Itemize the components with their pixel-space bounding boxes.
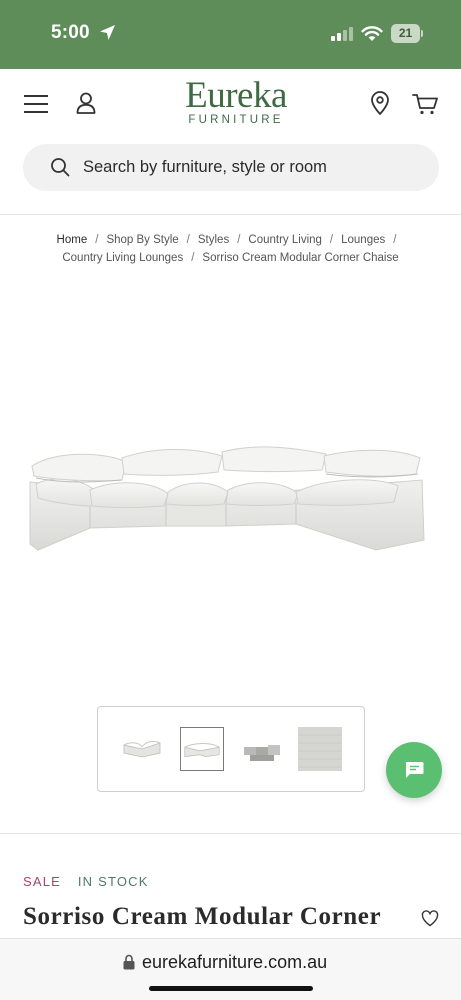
breadcrumb-separator: / xyxy=(186,234,190,246)
account-icon[interactable] xyxy=(76,92,96,114)
brand-logo[interactable]: Eureka FURNITURE xyxy=(168,75,304,126)
location-icon[interactable] xyxy=(370,91,390,115)
breadcrumb-separator: / xyxy=(191,252,195,264)
heart-icon[interactable] xyxy=(421,910,439,927)
home-indicator xyxy=(149,986,313,991)
battery-icon: 21 xyxy=(391,24,423,43)
breadcrumb-lounges[interactable]: Lounges xyxy=(341,234,385,246)
breadcrumb-country-living-lounges[interactable]: Country Living Lounges xyxy=(62,252,183,264)
lock-icon xyxy=(123,954,135,970)
product-image-sofa[interactable] xyxy=(26,440,426,560)
logo-wordmark: Eureka xyxy=(185,75,287,116)
chat-button[interactable] xyxy=(386,742,442,798)
breadcrumb-separator: / xyxy=(95,234,99,246)
thumbnail-3[interactable] xyxy=(240,727,284,771)
menu-icon[interactable] xyxy=(24,94,48,114)
breadcrumb-separator: / xyxy=(393,234,397,246)
search-input[interactable] xyxy=(83,144,423,191)
stock-badge: IN STOCK xyxy=(77,874,149,889)
search-icon xyxy=(51,158,70,177)
breadcrumb-row-2: Country Living Lounges / Sorriso Cream Mod… xyxy=(20,249,441,267)
thumbnail-strip xyxy=(97,706,365,792)
breadcrumb-row-1: Home / Shop By Style / Styles / Country Living… xyxy=(20,231,441,249)
product-title: Sorriso Cream Modular Corner xyxy=(23,903,382,930)
url-text[interactable]: eurekafurniture.com.au xyxy=(142,952,327,973)
breadcrumb-separator: / xyxy=(237,234,241,246)
thumbnail-1[interactable] xyxy=(120,727,164,771)
breadcrumb-country-living[interactable]: Country Living xyxy=(248,234,322,246)
breadcrumb-styles[interactable]: Styles xyxy=(198,234,229,246)
product-badges: SALE IN STOCK xyxy=(23,874,149,889)
cart-icon[interactable] xyxy=(412,93,438,115)
wifi-icon xyxy=(361,26,383,41)
breadcrumb-shop-by-style[interactable]: Shop By Style xyxy=(106,234,178,246)
cellular-signal-icon xyxy=(331,27,353,41)
breadcrumb-separator: / xyxy=(329,234,334,246)
breadcrumb: Home / Shop By Style / Styles / Country Living… xyxy=(20,231,441,267)
location-arrow-icon xyxy=(100,25,115,40)
battery-level: 21 xyxy=(391,24,420,43)
status-bar: 5:00 21 xyxy=(0,0,461,69)
sale-badge: SALE xyxy=(23,874,62,889)
logo-subtitle: FURNITURE xyxy=(188,114,284,126)
breadcrumb-current: Sorriso Cream Modular Corner Chaise xyxy=(202,252,399,264)
chat-bubble-icon xyxy=(405,762,424,778)
breadcrumb-home[interactable]: Home xyxy=(57,234,88,246)
thumbnail-2[interactable] xyxy=(180,727,224,771)
search-bar[interactable] xyxy=(23,144,439,191)
browser-address-bar[interactable]: eurekafurniture.com.au xyxy=(0,938,461,1000)
thumbnail-4[interactable] xyxy=(298,727,342,771)
status-time: 5:00 xyxy=(51,22,90,43)
header-divider xyxy=(0,214,461,215)
gallery-divider xyxy=(0,833,461,834)
site-header: Eureka FURNITURE xyxy=(0,69,461,137)
